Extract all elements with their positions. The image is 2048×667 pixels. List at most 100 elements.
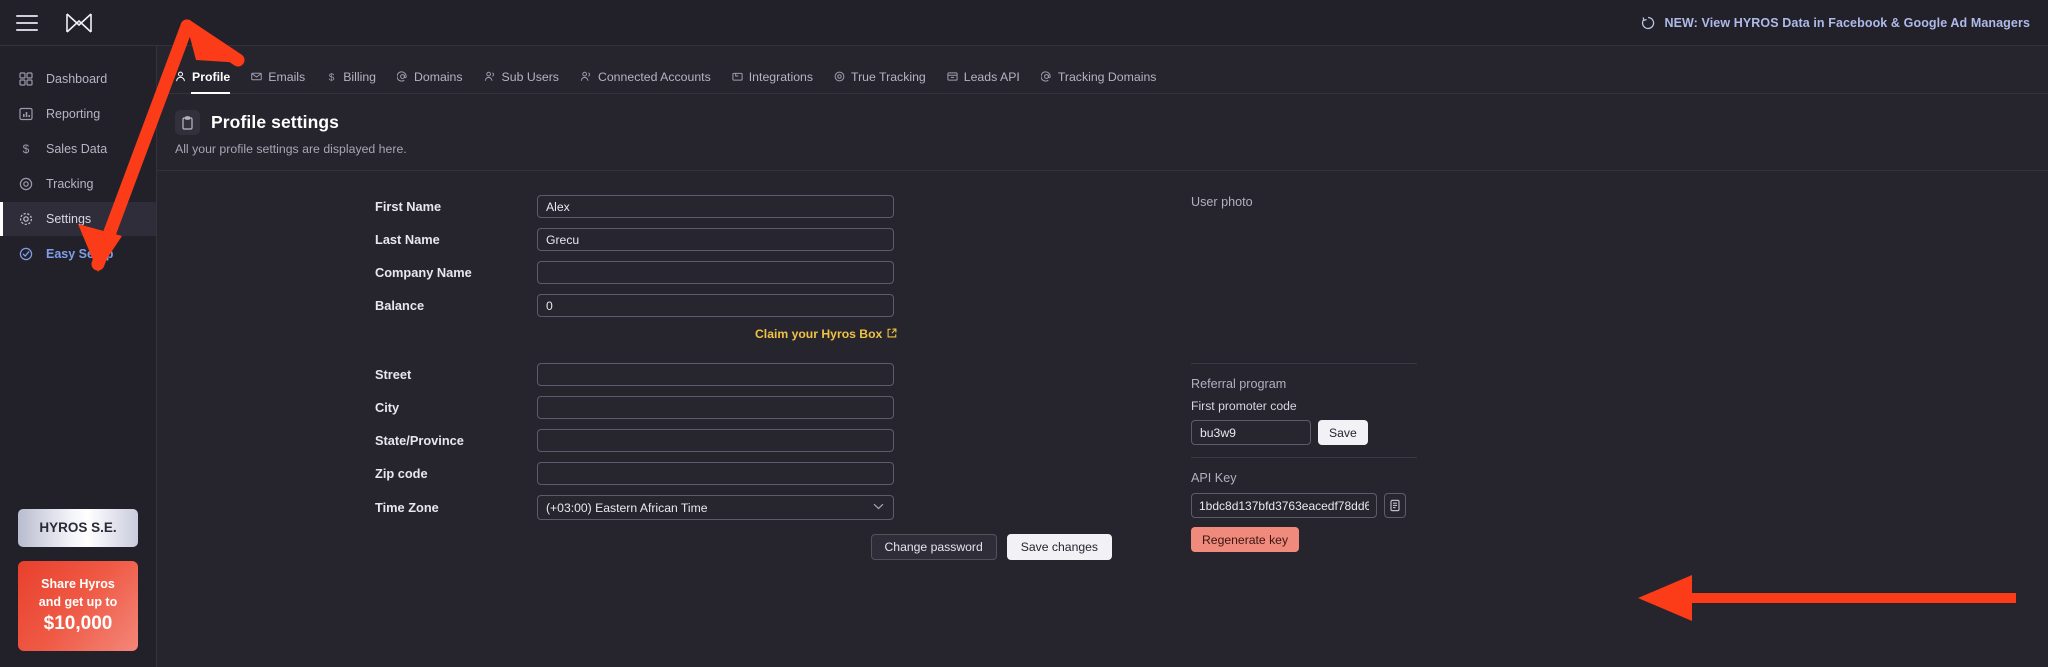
field-row-city: City	[157, 396, 1177, 419]
sidebar-item-dashboard[interactable]: Dashboard	[0, 62, 156, 96]
first-name-input[interactable]	[537, 195, 894, 218]
dollar-icon: $	[18, 142, 33, 157]
tab-tracking-domains[interactable]: Tracking Domains	[1040, 60, 1157, 94]
sidebar-item-label: Dashboard	[46, 72, 108, 86]
field-label: Time Zone	[375, 500, 439, 515]
gear-icon	[18, 212, 33, 227]
save-changes-button[interactable]: Save changes	[1006, 534, 1112, 560]
field-label: Balance	[375, 298, 425, 313]
field-row-state-province: State/Province	[157, 429, 1177, 452]
claim-link-label: Claim your Hyros Box	[755, 327, 883, 341]
sparkle-icon	[1641, 16, 1655, 30]
zip-code-input[interactable]	[537, 462, 894, 485]
tab-label: Billing	[343, 69, 376, 84]
tab-label: Emails	[268, 69, 306, 84]
sidebar-item-reporting[interactable]: Reporting	[0, 97, 156, 131]
sidebar-item-label: Reporting	[46, 107, 101, 121]
tab-billing[interactable]: $ Billing	[326, 60, 376, 94]
sidebar-item-label: Settings	[46, 212, 92, 226]
field-row-first-name: First Name	[157, 195, 1177, 218]
time-zone-select[interactable]: (+03:00) Eastern African Time	[537, 495, 894, 520]
inbox-icon	[947, 71, 958, 82]
page-header: Profile settings All your profile settin…	[157, 94, 2048, 171]
tab-label: Leads API	[963, 69, 1020, 84]
user-photo-placeholder[interactable]	[1191, 217, 2048, 351]
field-label: State/Province	[375, 433, 464, 448]
field-row-zip-code: Zip code	[157, 462, 1177, 485]
account-switcher-button[interactable]: HYROS S.E.	[18, 508, 138, 547]
street-input[interactable]	[537, 363, 894, 386]
panel-divider-2	[1191, 457, 1417, 458]
tab-connected-accounts[interactable]: Connected Accounts	[580, 60, 711, 94]
check-circle-icon	[18, 247, 33, 262]
dollar-icon: $	[326, 71, 337, 82]
settings-tabs: Profile Emails $ Billing Domains Sub Use…	[157, 60, 2048, 94]
field-label: City	[375, 400, 400, 415]
field-row-last-name: Last Name	[157, 228, 1177, 251]
share-promo-amount: $10,000	[43, 613, 113, 634]
regenerate-key-button[interactable]: Regenerate key	[1191, 527, 1300, 552]
tab-profile[interactable]: Profile	[175, 60, 231, 94]
target-icon	[18, 177, 33, 192]
sidebar-item-easy-setup[interactable]: Easy Setup	[0, 237, 156, 271]
copy-icon[interactable]	[1384, 493, 1406, 518]
claim-box-row: Claim your Hyros Box	[157, 327, 1177, 341]
field-label: Zip code	[375, 466, 428, 481]
tab-label: Connected Accounts	[597, 69, 711, 84]
sidebar: Dashboard Reporting $ Sales Data Trackin…	[0, 46, 157, 667]
app-root: NEW: View HYROS Data in Facebook & Googl…	[0, 0, 2048, 667]
tab-label: Domains	[414, 69, 463, 84]
promoter-code-input[interactable]	[1191, 420, 1311, 445]
field-row-company-name: Company Name	[157, 261, 1177, 284]
at-icon	[1040, 71, 1052, 82]
company-name-input[interactable]	[537, 261, 894, 284]
form-actions: Change password Save changes	[157, 534, 1112, 560]
sidebar-item-sales-data[interactable]: $ Sales Data	[0, 132, 156, 166]
city-input[interactable]	[537, 396, 894, 419]
promo-banner-text: NEW: View HYROS Data in Facebook & Googl…	[1664, 15, 2030, 30]
api-key-title: API Key	[1191, 471, 1237, 485]
referral-program-title: Referral program	[1191, 377, 1287, 391]
at-icon	[397, 71, 408, 82]
tab-label: Profile	[192, 69, 231, 84]
claim-hyros-box-link[interactable]: Claim your Hyros Box	[755, 327, 897, 341]
share-hyros-promo-card[interactable]: Share Hyros and get up to $10,000	[18, 560, 138, 651]
external-link-icon	[887, 327, 897, 341]
envelope-icon	[251, 71, 263, 82]
save-promoter-code-button[interactable]: Save	[1318, 420, 1368, 445]
api-key-input[interactable]	[1191, 493, 1377, 518]
field-row-time-zone: Time Zone (+03:00) Eastern African Time	[157, 495, 1177, 520]
content-area: First Name Last Name Company Name Balanc…	[157, 171, 2048, 667]
right-panel: User photo Referral program First promot…	[1177, 171, 2048, 667]
last-name-input[interactable]	[537, 228, 894, 251]
field-row-street: Street	[157, 363, 1177, 386]
panel-divider	[1191, 363, 1417, 364]
tab-emails[interactable]: Emails	[251, 60, 305, 94]
state-province-input[interactable]	[537, 429, 894, 452]
user-photo-title: User photo	[1191, 195, 1253, 209]
balance-input[interactable]	[537, 294, 894, 317]
hyros-logo[interactable]	[62, 10, 96, 36]
referral-program-section: Referral program First promoter code Sav…	[1191, 377, 2048, 445]
field-row-balance: Balance	[157, 294, 1177, 317]
top-bar: NEW: View HYROS Data in Facebook & Googl…	[0, 0, 2048, 46]
tab-domains[interactable]: Domains	[397, 60, 463, 94]
chart-icon	[18, 107, 33, 122]
sidebar-item-tracking[interactable]: Tracking	[0, 167, 156, 201]
tab-true-tracking[interactable]: True Tracking	[834, 60, 926, 94]
tab-leads-api[interactable]: Leads API	[947, 60, 1020, 94]
profile-form: First Name Last Name Company Name Balanc…	[157, 171, 1177, 667]
promo-banner[interactable]: NEW: View HYROS Data in Facebook & Googl…	[1641, 16, 2030, 30]
field-label: Company Name	[375, 265, 472, 280]
tab-integrations[interactable]: Integrations	[732, 60, 813, 94]
change-password-button[interactable]: Change password	[870, 534, 997, 560]
sidebar-promos: HYROS S.E. Share Hyros and get up to $10…	[0, 508, 156, 667]
tab-label: Sub Users	[501, 69, 559, 84]
hamburger-menu-icon[interactable]	[16, 14, 38, 31]
tab-label: Tracking Domains	[1057, 69, 1157, 84]
tab-sub-users[interactable]: Sub Users	[484, 60, 559, 94]
people-icon	[580, 71, 592, 82]
sidebar-item-settings[interactable]: Settings	[0, 202, 156, 236]
tab-label: Integrations	[748, 69, 814, 84]
